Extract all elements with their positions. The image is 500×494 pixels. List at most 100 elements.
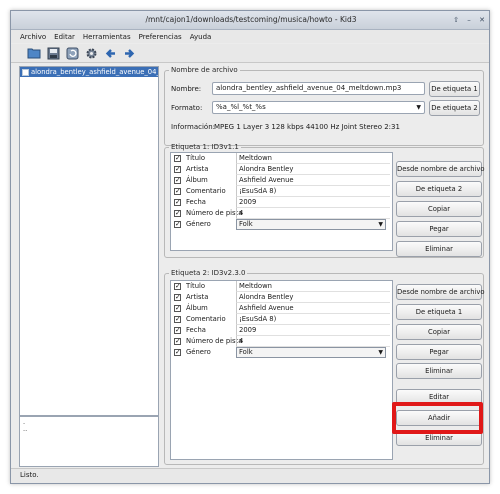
status-text: Listo. [20,471,39,479]
checkbox[interactable]: ✓ [174,349,181,356]
menu-editar[interactable]: Editar [54,33,75,41]
tag2-paste-button[interactable]: Pegar [396,344,482,360]
field-name: Artista [186,165,209,173]
filename-input[interactable]: alondra_bentley_ashfield_avenue_04_meltd… [212,82,425,95]
field-name: Número de pista [186,337,243,345]
field-value[interactable]: Alondra Bentley [236,292,390,303]
field-value[interactable]: 4 [236,208,390,219]
file-name: alondra_bentley_ashfield_avenue_04_meltd… [31,68,158,76]
save-icon[interactable] [45,45,61,61]
shade-button[interactable]: ⇧ [451,15,461,25]
from-tag2-button[interactable]: De etiqueta 2 [429,100,480,116]
genre-combo[interactable]: Folk ▼ [236,347,386,358]
tag1-from-filename-button[interactable]: Desde nombre de archivo [396,161,485,177]
field-name: Comentario [186,187,226,195]
field-value[interactable]: 2009 [236,197,390,208]
minimize-button[interactable]: – [464,15,474,25]
checkbox[interactable]: ✓ [174,327,181,334]
log-line: . [23,418,26,426]
tag1-remove-button[interactable]: Eliminar [396,241,482,257]
field-value[interactable]: ¡EsuSdA 8) [236,314,390,325]
field-name: Fecha [186,198,206,206]
menu-archivo[interactable]: Archivo [20,33,46,41]
file-list[interactable]: alondra_bentley_ashfield_avenue_04_meltd… [19,66,159,416]
menu-ayuda[interactable]: Ayuda [190,33,212,41]
menu-herramientas[interactable]: Herramientas [83,33,131,41]
revert-icon[interactable] [64,45,80,61]
checkbox[interactable]: ✓ [174,199,181,206]
tag1-copy-button[interactable]: Copiar [396,201,482,217]
chevron-down-icon: ▼ [416,104,421,111]
title-bar[interactable]: /mnt/cajon1/downloads/testcoming/musica/… [11,11,489,30]
format-combo[interactable]: %a_%l_%t_%s ▼ [212,101,425,114]
settings-icon[interactable] [83,45,99,61]
field-name: Artista [186,293,209,301]
checkbox[interactable]: ✓ [174,166,181,173]
checkbox[interactable]: ✓ [174,155,181,162]
field-name: Género [186,220,211,228]
tag1-table[interactable]: ✓ Título Meltdown ✓ Artista Alondra Bentley … [170,152,393,251]
field-value[interactable]: 4 [236,336,390,347]
tag2-group-legend: Etiqueta 2: ID3v2.3.0 [171,269,246,277]
field-value[interactable]: Alondra Bentley [236,164,390,175]
open-folder-icon[interactable] [26,45,42,61]
checkbox[interactable]: ✓ [174,338,181,345]
table-row[interactable]: ✓ Número de pista 4 [171,208,392,219]
highlight-box [392,402,483,434]
previous-icon[interactable] [102,45,118,61]
table-row[interactable]: ✓ Álbum Ashfield Avenue [171,303,392,314]
table-row[interactable]: ✓ Fecha 2009 [171,197,392,208]
info-label: Información: [171,123,215,131]
checkbox[interactable]: ✓ [174,283,181,290]
close-button[interactable]: ✕ [477,15,487,25]
from-tag1-button[interactable]: De etiqueta 1 [429,81,480,97]
table-row[interactable]: ✓ Género Folk ▼ [171,219,392,230]
table-row[interactable]: ✓ Fecha 2009 [171,325,392,336]
tag1-paste-button[interactable]: Pegar [396,221,482,237]
genre-combo[interactable]: Folk ▼ [236,219,386,230]
table-row[interactable]: ✓ Género Folk ▼ [171,347,392,358]
checkbox[interactable]: ✓ [174,210,181,217]
table-row[interactable]: ✓ Comentario ¡EsuSdA 8) [171,186,392,197]
next-icon[interactable] [121,45,137,61]
table-row[interactable]: ✓ Título Meltdown [171,153,392,164]
table-row[interactable]: ✓ Título Meltdown [171,281,392,292]
chevron-down-icon: ▼ [378,349,383,356]
field-value[interactable]: ¡EsuSdA 8) [236,186,390,197]
table-row[interactable]: ✓ Comentario ¡EsuSdA 8) [171,314,392,325]
file-list-item[interactable]: alondra_bentley_ashfield_avenue_04_meltd… [20,67,158,77]
field-name: Género [186,348,211,356]
tag2-from-tag1-button[interactable]: De etiqueta 1 [396,304,482,320]
field-name: Fecha [186,326,206,334]
genre-value: Folk [239,220,253,228]
table-row[interactable]: ✓ Artista Alondra Bentley [171,292,392,303]
info-value: MPEG 1 Layer 3 128 kbps 44100 Hz Joint S… [214,123,400,131]
field-value[interactable]: Meltdown [236,153,390,164]
field-name: Título [186,154,206,162]
checkbox[interactable]: ✓ [174,188,181,195]
tag2-from-filename-button[interactable]: Desde nombre de archivo [396,284,485,300]
table-row[interactable]: ✓ Artista Alondra Bentley [171,164,392,175]
tag1-from-tag2-button[interactable]: De etiqueta 2 [396,181,482,197]
field-name: Álbum [186,304,208,312]
checkbox[interactable]: ✓ [174,316,181,323]
field-value[interactable]: Ashfield Avenue [236,303,390,314]
tag2-remove-button[interactable]: Eliminar [396,363,482,379]
status-bar: Listo. [11,468,489,483]
field-value[interactable]: Meltdown [236,281,390,292]
table-row[interactable]: ✓ Álbum Ashfield Avenue [171,175,392,186]
tag2-table[interactable]: ✓ Título Meltdown ✓ Artista Alondra Bentley … [170,280,393,460]
field-name: Álbum [186,176,208,184]
menu-bar: Archivo Editar Herramientas Preferencias… [11,30,489,43]
tag2-copy-button[interactable]: Copiar [396,324,482,340]
filename-group-legend: Nombre de archivo [171,66,238,74]
checkbox[interactable]: ✓ [174,177,181,184]
checkbox[interactable]: ✓ [174,305,181,312]
field-value[interactable]: 2009 [236,325,390,336]
menu-preferencias[interactable]: Preferencias [139,33,182,41]
checkbox[interactable]: ✓ [174,221,181,228]
checkbox[interactable]: ✓ [174,294,181,301]
tag1-group-legend: Etiqueta 1: ID3v1.1 [171,143,239,151]
table-row[interactable]: ✓ Número de pista 4 [171,336,392,347]
field-value[interactable]: Ashfield Avenue [236,175,390,186]
